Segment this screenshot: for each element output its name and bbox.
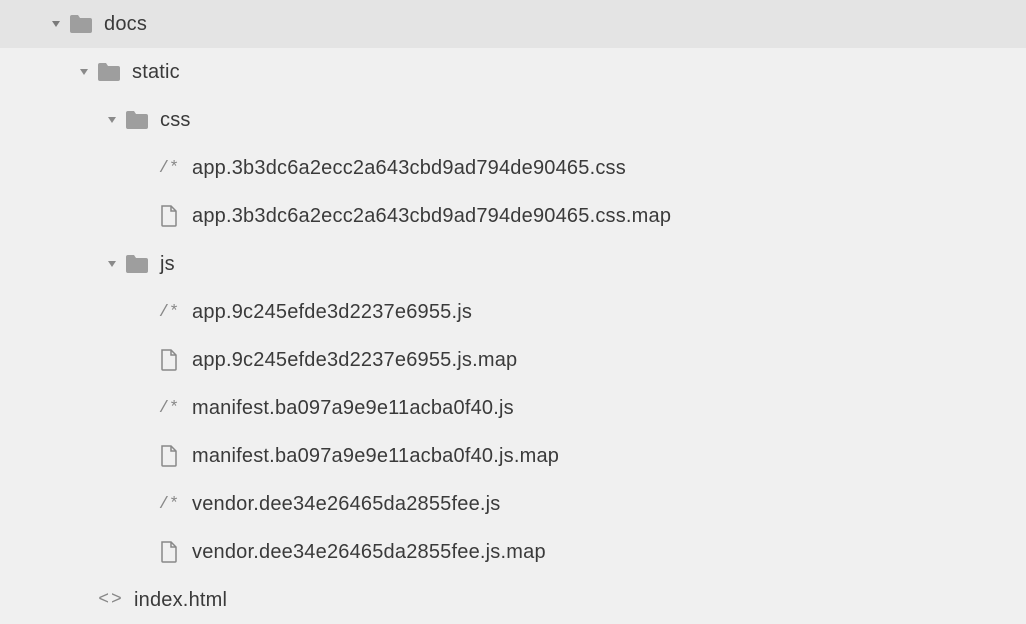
file-icon bbox=[156, 349, 182, 371]
tree-file[interactable]: /* app.3b3dc6a2ecc2a643cbd9ad794de90465.… bbox=[0, 144, 1026, 192]
tree-file-index[interactable]: <> index.html bbox=[0, 576, 1026, 624]
file-label: app.9c245efde3d2237e6955.js bbox=[192, 301, 472, 324]
folder-label: js bbox=[160, 253, 175, 276]
disclosure-triangle-icon[interactable] bbox=[76, 64, 92, 80]
file-label: manifest.ba097a9e9e11acba0f40.js bbox=[192, 397, 514, 420]
tree-file[interactable]: manifest.ba097a9e9e11acba0f40.js.map bbox=[0, 432, 1026, 480]
tree-file[interactable]: /* app.9c245efde3d2237e6955.js bbox=[0, 288, 1026, 336]
tree-file[interactable]: vendor.dee34e26465da2855fee.js.map bbox=[0, 528, 1026, 576]
file-label: app.3b3dc6a2ecc2a643cbd9ad794de90465.css… bbox=[192, 205, 671, 228]
file-icon bbox=[156, 445, 182, 467]
file-label: vendor.dee34e26465da2855fee.js bbox=[192, 493, 501, 516]
file-label: manifest.ba097a9e9e11acba0f40.js.map bbox=[192, 445, 559, 468]
tree-file[interactable]: app.3b3dc6a2ecc2a643cbd9ad794de90465.css… bbox=[0, 192, 1026, 240]
folder-icon bbox=[124, 109, 150, 131]
disclosure-triangle-icon[interactable] bbox=[104, 112, 120, 128]
disclosure-triangle-icon[interactable] bbox=[104, 256, 120, 272]
tree-file[interactable]: /* vendor.dee34e26465da2855fee.js bbox=[0, 480, 1026, 528]
folder-icon bbox=[68, 13, 94, 35]
tree-folder-static[interactable]: static bbox=[0, 48, 1026, 96]
file-tree: docs static css /* app.3b3dc6a2ecc2a643c… bbox=[0, 0, 1026, 624]
tree-folder-js[interactable]: js bbox=[0, 240, 1026, 288]
file-icon bbox=[156, 205, 182, 227]
js-file-icon: /* bbox=[156, 301, 182, 323]
folder-label: docs bbox=[104, 13, 147, 36]
disclosure-triangle-icon[interactable] bbox=[48, 16, 64, 32]
folder-icon bbox=[124, 253, 150, 275]
html-file-icon: <> bbox=[98, 589, 124, 611]
tree-file[interactable]: app.9c245efde3d2237e6955.js.map bbox=[0, 336, 1026, 384]
tree-file[interactable]: /* manifest.ba097a9e9e11acba0f40.js bbox=[0, 384, 1026, 432]
folder-label: static bbox=[132, 61, 180, 84]
folder-label: css bbox=[160, 109, 191, 132]
file-label: app.3b3dc6a2ecc2a643cbd9ad794de90465.css bbox=[192, 157, 626, 180]
file-label: app.9c245efde3d2237e6955.js.map bbox=[192, 349, 517, 372]
file-label: index.html bbox=[134, 589, 227, 612]
file-label: vendor.dee34e26465da2855fee.js.map bbox=[192, 541, 546, 564]
tree-folder-docs[interactable]: docs bbox=[0, 0, 1026, 48]
js-file-icon: /* bbox=[156, 493, 182, 515]
js-file-icon: /* bbox=[156, 397, 182, 419]
file-icon bbox=[156, 541, 182, 563]
css-file-icon: /* bbox=[156, 157, 182, 179]
tree-folder-css[interactable]: css bbox=[0, 96, 1026, 144]
folder-icon bbox=[96, 61, 122, 83]
